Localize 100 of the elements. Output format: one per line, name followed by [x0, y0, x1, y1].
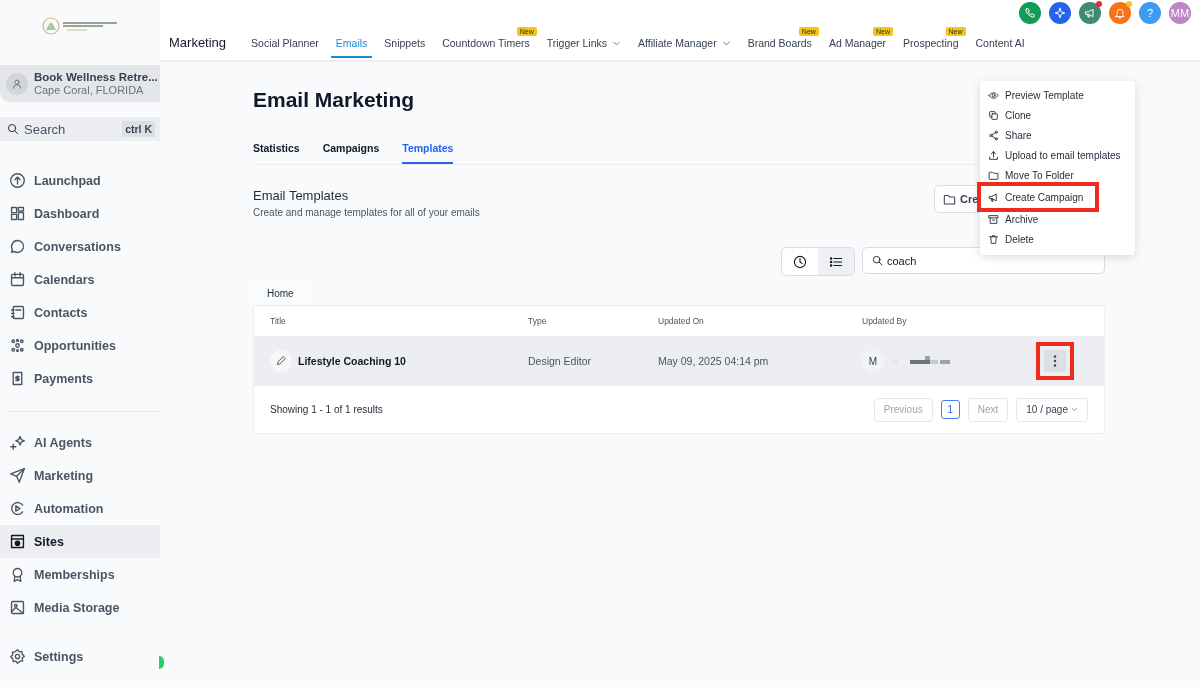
table-row[interactable]: Lifestyle Coaching 10 Design Editor May 09, 2025 04:14 pm M — [254, 336, 1104, 386]
nav-tab[interactable]: Trigger Links — [541, 37, 627, 58]
nav-tab[interactable]: Social Planner — [246, 37, 324, 58]
nav-tab[interactable]: Emails — [330, 37, 373, 58]
sidebar-item[interactable]: Launchpad — [0, 164, 160, 197]
nav-tab[interactable]: Snippets — [379, 37, 431, 58]
sidebar-item[interactable]: Dashboard — [0, 197, 160, 230]
menu-item[interactable]: Archive — [980, 209, 1045, 229]
nav-tab[interactable]: Countdown Timers — [437, 37, 535, 58]
nav-tab[interactable]: Affiliate Manager — [633, 37, 736, 58]
menu-item[interactable]: Delete — [980, 229, 1040, 249]
sidebar-item[interactable]: Marketing — [0, 459, 160, 492]
table-cell-text: Design Editor — [528, 355, 593, 367]
column-header: Updated By — [862, 316, 908, 326]
location-switcher[interactable]: Book Wellness Retre... Cape Coral, FLORIDA — [0, 65, 160, 102]
chevron-down-icon — [1071, 406, 1078, 413]
sidebar-item[interactable]: Conversations — [0, 230, 160, 263]
column-header: Type — [528, 316, 548, 326]
table-cell-text: May 09, 2025 04:14 pm — [658, 355, 770, 367]
dashboard-icon — [9, 205, 26, 222]
sidebar-item[interactable]: Opportunities — [0, 329, 160, 362]
nav-tab[interactable]: Content AI — [970, 37, 1030, 58]
menu-item[interactable]: Preview Template — [980, 85, 1090, 105]
template-icon — [270, 350, 292, 372]
menu-item[interactable]: Upload to email templates — [980, 145, 1127, 165]
logo-icon — [41, 16, 119, 36]
collapse-handle[interactable] — [159, 656, 164, 669]
notifications-button[interactable] — [1109, 2, 1131, 24]
page-size-select[interactable]: 10 / page — [1016, 397, 1088, 422]
list-view-button[interactable] — [818, 248, 854, 275]
sparkle-icon — [1054, 7, 1066, 19]
rocket-icon — [9, 172, 26, 189]
sidebar-item[interactable]: Contacts — [0, 296, 160, 329]
shortcut-hint: ctrl K — [122, 121, 155, 137]
results-summary: Showing 1 - 1 of 1 results — [270, 404, 384, 415]
play-circle-icon — [9, 500, 26, 517]
sparkle-icon — [9, 434, 26, 451]
sidebar-item[interactable]: AI Agents — [0, 426, 160, 459]
folder-icon — [943, 192, 956, 206]
user-icon — [11, 77, 23, 90]
bell-icon — [1114, 7, 1126, 19]
copy-icon — [988, 109, 999, 121]
nav-tab[interactable]: Brand Boards — [742, 37, 817, 58]
search-field[interactable]: Search ctrl K — [0, 117, 160, 141]
nav-tab[interactable]: Ad Manager — [823, 37, 892, 58]
upload-icon — [988, 149, 999, 161]
page-title: Email Marketing — [253, 88, 415, 113]
archive-icon — [988, 213, 999, 225]
opportunities-icon — [9, 337, 26, 354]
more-options-button[interactable] — [1036, 342, 1074, 380]
phone-button[interactable] — [1019, 2, 1041, 24]
location-address: Cape Coral, FLORIDA — [34, 83, 145, 97]
nav-tab[interactable]: Prospecting — [898, 37, 964, 58]
menu-item[interactable]: Share — [980, 125, 1038, 145]
section-description: Create and manage templates for all of your emails — [253, 207, 481, 218]
section-heading: Email Templates — [253, 188, 350, 203]
trash-icon — [988, 233, 999, 245]
column-header: Updated On — [658, 316, 705, 326]
search-placeholder: Search — [24, 121, 67, 137]
sidebar-item[interactable]: Calendars — [0, 263, 160, 296]
sidebar-item[interactable]: Memberships — [0, 558, 160, 591]
location-name: Book Wellness Retre... — [34, 70, 158, 84]
sidebar-item[interactable]: Settings — [0, 640, 160, 673]
sidebar-item[interactable]: Media Storage — [0, 591, 160, 624]
list-icon — [829, 254, 843, 269]
page-tab[interactable]: Campaigns — [322, 137, 380, 164]
search-icon — [872, 255, 883, 266]
sidebar-item[interactable]: Payments — [0, 362, 160, 395]
page-number[interactable]: 1 — [940, 400, 960, 419]
page-tab[interactable]: Statistics — [253, 137, 300, 164]
vertical-dots-icon — [1053, 355, 1057, 367]
settings-icon — [9, 648, 26, 665]
menu-item[interactable]: Create Campaign — [980, 185, 1097, 209]
share-icon — [988, 129, 999, 141]
sidebar-item[interactable]: Sites — [0, 525, 160, 558]
notification-dot — [1126, 1, 1132, 7]
user-avatar: M — [862, 350, 884, 372]
column-header: Title — [270, 316, 287, 326]
megaphone-icon — [1084, 7, 1096, 19]
search-icon — [7, 123, 19, 135]
calendar-icon — [9, 271, 26, 288]
phone-icon — [1024, 7, 1036, 19]
megaphone-icon — [988, 191, 999, 203]
template-title[interactable]: Lifestyle Coaching 10 — [298, 355, 406, 367]
chat-bubble-icon — [9, 238, 26, 255]
menu-item[interactable]: Move To Folder — [980, 165, 1080, 185]
eye-icon — [988, 89, 999, 101]
notification-dot — [1096, 1, 1102, 7]
page-tab[interactable]: Templates — [402, 137, 454, 164]
image-icon — [9, 599, 26, 616]
menu-item[interactable]: Clone — [980, 105, 1038, 125]
paper-plane-icon — [9, 467, 26, 484]
browser-window-icon — [9, 533, 26, 550]
folder-icon — [988, 169, 999, 181]
section-title: Marketing — [169, 37, 227, 49]
sidebar-item[interactable]: Automation — [0, 492, 160, 525]
contact-book-icon — [9, 304, 26, 321]
ai-button[interactable] — [1049, 2, 1071, 24]
clock-icon — [793, 254, 807, 269]
announcements-button[interactable] — [1079, 2, 1101, 24]
